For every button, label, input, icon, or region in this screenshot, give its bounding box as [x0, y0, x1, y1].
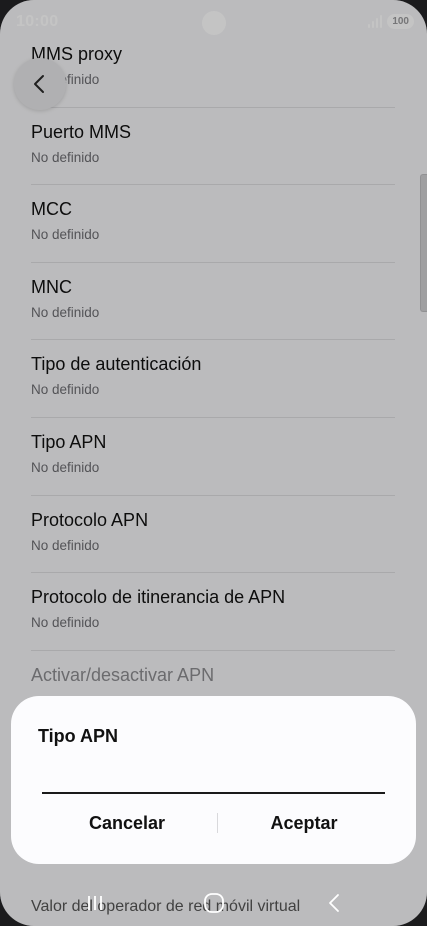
back-icon — [329, 894, 339, 912]
recent-apps-button[interactable] — [73, 888, 117, 918]
dialog-title: Tipo APN — [38, 726, 118, 746]
home-button[interactable] — [192, 888, 236, 918]
recent-apps-icon — [88, 896, 102, 910]
home-icon — [204, 893, 224, 913]
nav-back-button[interactable] — [312, 888, 356, 918]
apn-type-input[interactable] — [42, 760, 385, 794]
phone-screen: 10:00 100 MMS proxy No definido Puerto M… — [0, 0, 427, 926]
cancel-button[interactable]: Cancelar — [47, 806, 207, 840]
apn-type-dialog: Tipo APN Cancelar Aceptar — [11, 696, 416, 864]
navigation-bar — [0, 884, 427, 926]
button-divider — [217, 813, 218, 833]
accept-button[interactable]: Aceptar — [224, 806, 384, 840]
